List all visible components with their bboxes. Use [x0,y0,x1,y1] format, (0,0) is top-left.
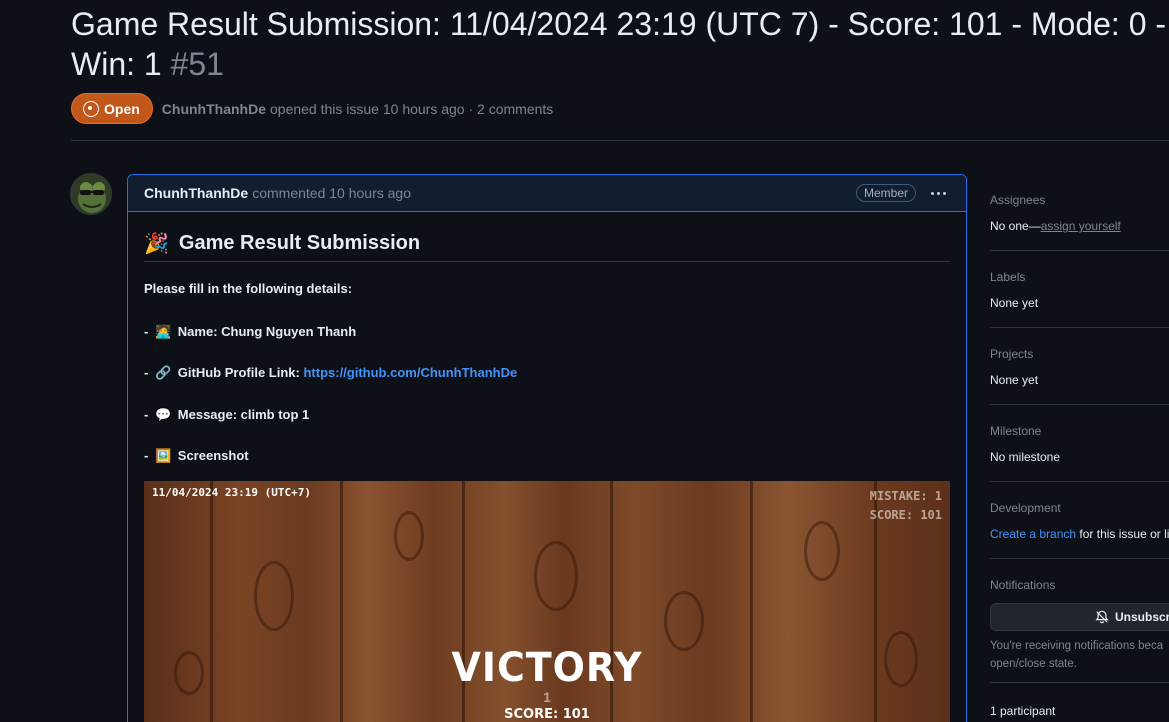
issue-title-text: Game Result Submission: 11/04/2024 23:19… [71,6,1167,82]
bullet-dash: - [144,324,149,339]
sidebar-notifications: Notifications Unsubscri You're receiving… [990,578,1169,673]
game-stats: MISTAKE: 1 SCORE: 101 [870,487,942,525]
game-score-top: SCORE: 101 [869,508,942,522]
bullet-dash: - [144,365,149,380]
sidebar-divider [990,327,1169,328]
state-badge-open: Open [71,93,153,124]
notifications-text-2: open/close state. [990,658,1077,670]
sidebar-development: Development Create a branch for this iss… [990,501,1169,541]
wood-carving [254,561,294,631]
comment-timestamp[interactable]: commented 10 hours ago [252,185,411,201]
wood-carving [534,541,578,611]
party-popper-icon: 🎉 [144,233,169,255]
sidebar-divider [990,682,1169,683]
comment-header: ChunhThanhDe commented 10 hours ago Memb… [128,175,966,212]
name-text: Name: Chung Nguyen Thanh [177,324,357,339]
game-date: 11/04/2024 23:19 (UTC+7) [152,486,311,499]
message-text: Message: climb top 1 [177,407,310,422]
game-screenshot-image[interactable]: 11/04/2024 23:19 (UTC+7) MISTAKE: 1 SCOR… [144,481,950,722]
victory-text: VICTORY [451,645,643,691]
sidebar-assignees: Assignees No one—assign yourself [990,193,1169,233]
projects-value: None yet [990,373,1039,387]
win-count: 1 [543,689,551,705]
unsubscribe-button[interactable]: Unsubscri [990,603,1169,631]
final-score: SCORE: 101 [504,707,590,722]
development-text: for this issue or li [1079,527,1169,541]
screenshot-label: Screenshot [177,448,249,463]
development-value: Create a branch for this issue or li [990,527,1169,541]
labels-value: None yet [990,296,1039,310]
member-badge: Member [855,184,916,202]
sidebar-divider [990,404,1169,405]
comment-body: 🎉 Game Result Submission [128,230,966,262]
projects-title[interactable]: Projects [990,347,1169,364]
labels-title[interactable]: Labels [990,270,1169,287]
sidebar-divider [990,558,1169,559]
assignees-title[interactable]: Assignees [990,193,1169,210]
sidebar-divider [990,250,1169,251]
github-profile-link[interactable]: https://github.com/ChunhThanhDe [303,365,517,380]
wood-carving [804,521,840,581]
name-line: - 🧑‍💻 Name: Chung Nguyen Thanh [144,324,356,340]
comment-options-kebab-icon[interactable] [926,183,950,203]
header-divider [71,140,1169,141]
issue-meta: Open ChunhThanhDe opened this issue 10 h… [71,93,553,124]
comment-heading: 🎉 Game Result Submission [144,230,950,262]
wood-carving [664,591,704,651]
bullet-dash: - [144,407,149,422]
picture-icon: 🖼️ [154,448,172,463]
comment-box: ChunhThanhDe commented 10 hours ago Memb… [127,174,967,722]
github-label: GitHub Profile Link: [177,365,300,380]
issue-title: Game Result Submission: 11/04/2024 23:19… [71,4,1169,84]
intro-text: Please fill in the following details: [144,281,353,296]
milestone-value: No milestone [990,450,1061,464]
github-line: - 🔗 GitHub Profile Link: https://github.… [144,365,517,381]
bell-slash-icon [1095,610,1109,624]
sidebar-labels: Labels None yet [990,270,1169,310]
comment-author-link[interactable]: ChunhThanhDe [144,185,248,201]
development-title[interactable]: Development [990,501,1169,518]
sidebar-milestone: Milestone No milestone [990,424,1169,464]
wood-carving [394,511,424,561]
assignees-value: No one—assign yourself [990,219,1169,233]
message-line: - 💬 Message: climb top 1 [144,407,309,423]
notifications-text-1: You're receiving notifications beca [990,640,1164,652]
sidebar-projects: Projects None yet [990,347,1169,387]
game-mistake: MISTAKE: 1 [869,489,942,503]
issue-open-icon [83,100,99,117]
speech-bubble-icon: 💬 [154,407,172,422]
issue-number: #51 [170,46,224,82]
screenshot-line: - 🖼️ Screenshot [144,448,249,464]
avatar-image-icon [71,174,111,214]
technologist-icon: 🧑‍💻 [154,324,172,339]
milestone-title[interactable]: Milestone [990,424,1169,441]
sidebar-participants: 1 participant [990,704,1169,721]
bullet-dash: - [144,448,149,463]
sidebar-divider [990,481,1169,482]
unsubscribe-label: Unsubscri [1115,610,1169,624]
issue-meta-text: opened this issue 10 hours ago · 2 comme… [270,100,554,117]
state-label: Open [104,100,140,117]
avatar[interactable] [70,173,112,215]
link-icon: 🔗 [154,365,172,380]
create-branch-link[interactable]: Create a branch [990,527,1076,541]
assignees-none: No one— [990,219,1041,233]
notifications-title: Notifications [990,578,1056,592]
assign-yourself-link[interactable]: assign yourself [1041,219,1121,233]
participants-title: 1 participant [990,704,1056,718]
issue-author-link[interactable]: ChunhThanhDe [162,101,266,117]
comment-heading-text: Game Result Submission [178,232,421,254]
notifications-description: You're receiving notifications beca open… [990,637,1169,673]
